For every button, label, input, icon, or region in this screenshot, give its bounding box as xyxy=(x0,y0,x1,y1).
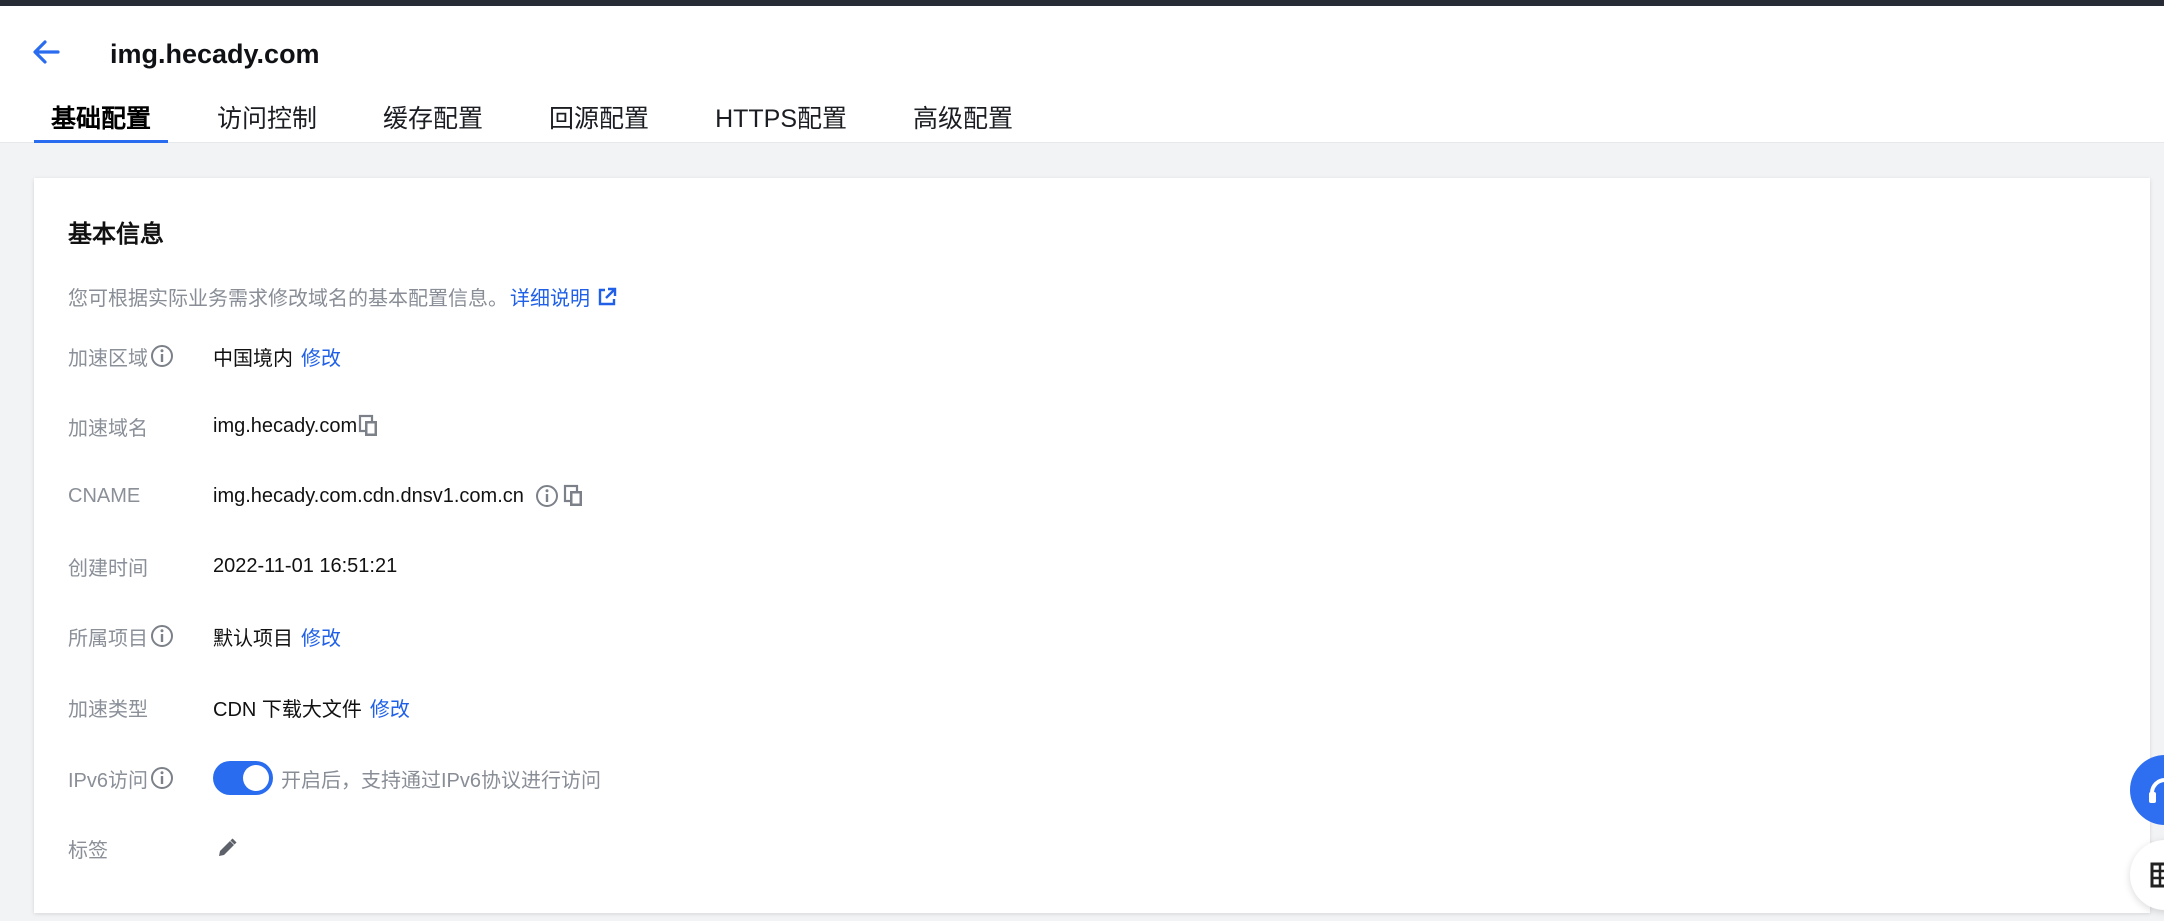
project-label: 所属项目 xyxy=(68,627,148,650)
ipv6-label: IPv6访问 xyxy=(68,769,149,792)
type-value: CDN 下载大文件 xyxy=(213,698,362,721)
card-description: 您可根据实际业务需求修改域名的基本配置信息。 详细说明 xyxy=(68,282,618,311)
page-header: img.hecady.com 基础配置 访问控制 缓存配置 回源配置 HTTPS… xyxy=(0,6,2164,143)
domain-value-wrap: img.hecady.com xyxy=(213,406,381,446)
modify-project-link[interactable]: 修改 xyxy=(301,622,341,651)
row-region: 加速区域 中国境内 修改 xyxy=(68,336,1568,376)
edit-pencil-icon[interactable] xyxy=(215,836,239,860)
card-title: 基本信息 xyxy=(68,221,164,248)
external-link-icon xyxy=(598,287,617,305)
row-project: 所属项目 默认项目 修改 xyxy=(68,616,1568,656)
cname-label: CNAME xyxy=(68,484,141,507)
tab-advanced-config[interactable]: 高级配置 xyxy=(896,98,1030,143)
row-ipv6: IPv6访问 开启后，支持通过IPv6协议进行访问 xyxy=(68,758,1568,798)
row-domain: 加速域名 img.hecady.com xyxy=(68,406,1568,446)
ipv6-value-wrap: 开启后，支持通过IPv6协议进行访问 xyxy=(213,758,601,798)
created-label: 创建时间 xyxy=(68,557,148,580)
detail-link[interactable]: 详细说明 xyxy=(510,282,618,311)
support-button[interactable] xyxy=(2130,755,2164,825)
row-created-time: 创建时间 2022-11-01 16:51:21 xyxy=(68,546,1568,586)
modify-type-link[interactable]: 修改 xyxy=(370,693,410,722)
back-button[interactable] xyxy=(28,34,64,70)
region-label-wrap: 加速区域 xyxy=(68,336,213,376)
grid-icon xyxy=(2150,862,2164,888)
info-icon[interactable] xyxy=(534,483,560,509)
ipv6-hint: 开启后，支持通过IPv6协议进行访问 xyxy=(281,769,602,792)
tab-cache-config[interactable]: 缓存配置 xyxy=(366,98,500,143)
ipv6-label-wrap: IPv6访问 xyxy=(68,758,213,798)
tab-https-config[interactable]: HTTPS配置 xyxy=(698,98,864,143)
region-label: 加速区域 xyxy=(68,347,148,370)
row-tags: 标签 xyxy=(68,828,1568,868)
info-icon[interactable] xyxy=(149,343,175,369)
project-label-wrap: 所属项目 xyxy=(68,616,213,656)
region-value: 中国境内 xyxy=(213,347,293,370)
tab-access-control[interactable]: 访问控制 xyxy=(200,98,334,143)
tags-label: 标签 xyxy=(68,839,108,862)
basic-info-card: 基本信息 您可根据实际业务需求修改域名的基本配置信息。 详细说明 加速区域 中国… xyxy=(34,178,2150,913)
description-text: 您可根据实际业务需求修改域名的基本配置信息。 xyxy=(68,288,508,310)
copy-icon[interactable] xyxy=(357,413,381,439)
toggle-knob xyxy=(243,765,269,791)
project-value-wrap: 默认项目 修改 xyxy=(213,616,341,656)
type-label: 加速类型 xyxy=(68,698,148,721)
cname-value: img.hecady.com.cdn.dnsv1.com.cn xyxy=(213,484,524,507)
created-value: 2022-11-01 16:51:21 xyxy=(213,554,398,577)
detail-link-label: 详细说明 xyxy=(510,288,590,310)
row-cname: CNAME img.hecady.com.cdn.dnsv1.com.cn xyxy=(68,476,1568,516)
row-accel-type: 加速类型 CDN 下载大文件 修改 xyxy=(68,687,1568,727)
app-grid-button[interactable] xyxy=(2130,840,2164,910)
domain-value: img.hecady.com xyxy=(213,414,358,437)
arrow-left-icon xyxy=(33,40,60,64)
tab-bar: 基础配置 访问控制 缓存配置 回源配置 HTTPS配置 高级配置 xyxy=(34,98,1030,143)
project-value: 默认项目 xyxy=(213,627,293,650)
info-icon[interactable] xyxy=(149,623,175,649)
tab-basic-config[interactable]: 基础配置 xyxy=(34,98,169,143)
cname-value-wrap: img.hecady.com.cdn.dnsv1.com.cn xyxy=(213,476,586,516)
ipv6-toggle[interactable] xyxy=(213,761,273,795)
copy-icon[interactable] xyxy=(562,483,586,509)
page-title: img.hecady.com xyxy=(110,39,320,69)
tags-value-wrap xyxy=(213,828,239,868)
modify-region-link[interactable]: 修改 xyxy=(301,342,341,371)
headset-icon xyxy=(2149,778,2164,803)
region-value-wrap: 中国境内 修改 xyxy=(213,336,341,376)
tab-origin-config[interactable]: 回源配置 xyxy=(532,98,666,143)
type-value-wrap: CDN 下载大文件 修改 xyxy=(213,687,410,727)
info-icon[interactable] xyxy=(149,765,175,791)
domain-label: 加速域名 xyxy=(68,417,148,440)
